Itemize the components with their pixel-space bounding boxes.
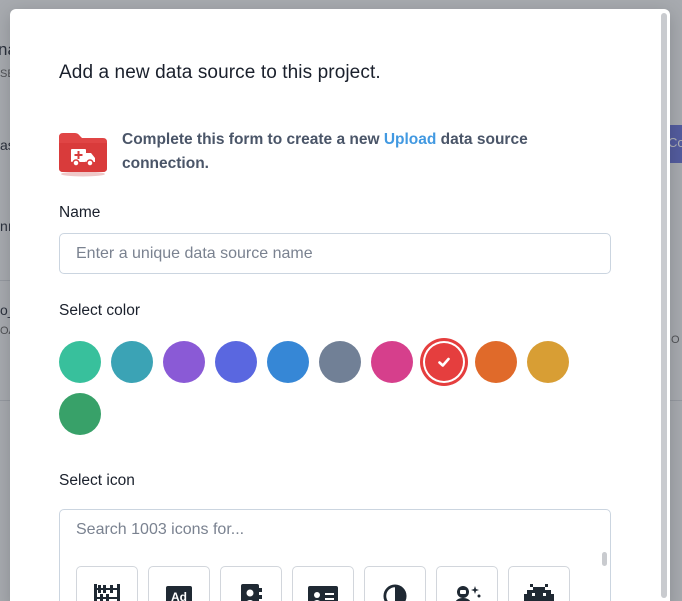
address-book-icon (239, 584, 263, 601)
name-label: Name (59, 204, 101, 221)
icon-search-input[interactable] (59, 509, 611, 551)
icon-grid-scrollbar[interactable] (602, 552, 607, 566)
upload-link[interactable]: Upload (384, 131, 437, 148)
ambulance-folder-icon (59, 131, 107, 177)
address-card-icon (308, 584, 338, 601)
color-swatch-blue[interactable] (267, 341, 309, 383)
color-swatch-gray[interactable] (319, 341, 361, 383)
icon-option-address-card[interactable] (292, 566, 354, 601)
color-swatch-red[interactable] (423, 341, 465, 383)
icon-grid: Ad (59, 550, 611, 601)
svg-text:Ad: Ad (171, 590, 187, 601)
intro-section: Complete this form to create a new Uploa… (59, 131, 619, 177)
select-icon-label: Select icon (59, 472, 135, 489)
intro-text: Complete this form to create a new Uploa… (122, 128, 562, 177)
icon-option-ad[interactable]: Ad (148, 566, 210, 601)
icon-option-space-invader[interactable] (508, 566, 570, 601)
ad-icon: Ad (166, 584, 192, 601)
color-swatch-yellow[interactable] (527, 341, 569, 383)
select-color-label: Select color (59, 302, 140, 319)
color-swatch-indigo[interactable] (215, 341, 257, 383)
space-invader-icon (524, 584, 554, 601)
icon-option-abacus[interactable] (76, 566, 138, 601)
intro-text-before: Complete this form to create a new (122, 131, 384, 148)
color-swatch-orange[interactable] (475, 341, 517, 383)
modal-scrollbar[interactable] (661, 13, 667, 598)
color-swatch-green[interactable] (59, 393, 101, 435)
icon-option-user-astronaut[interactable] (436, 566, 498, 601)
modal-title: Add a new data source to this project. (59, 62, 381, 83)
icon-option-adjust[interactable] (364, 566, 426, 601)
data-source-name-input[interactable] (59, 233, 611, 274)
add-data-source-modal: Add a new data source to this project. C… (10, 9, 670, 601)
icon-option-address-book[interactable] (220, 566, 282, 601)
color-swatch-teal[interactable] (59, 341, 101, 383)
color-swatch-cyan[interactable] (111, 341, 153, 383)
check-icon (423, 341, 465, 383)
adjust-icon (382, 584, 408, 601)
color-swatch-pink[interactable] (371, 341, 413, 383)
abacus-icon (93, 584, 121, 601)
color-swatch-purple[interactable] (163, 341, 205, 383)
user-astronaut-icon (452, 584, 482, 601)
